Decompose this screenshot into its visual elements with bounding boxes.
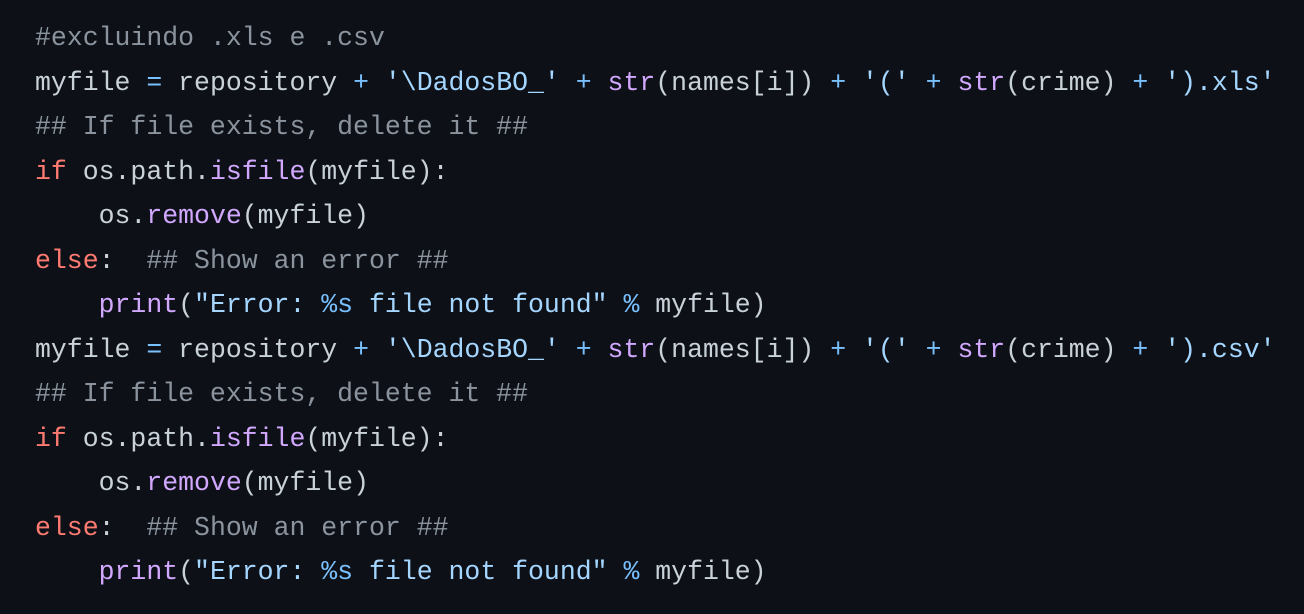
code-token-operator: +	[575, 67, 592, 98]
code-token-plain: (myfile):	[305, 423, 449, 454]
code-token-operator: +	[830, 334, 847, 365]
code-token-string: file not found"	[353, 557, 608, 587]
code-block: #excluindo .xls e .csv myfile = repositor…	[0, 0, 1304, 614]
code-token-string: file not found"	[353, 290, 608, 320]
code-token-plain: (crime)	[1005, 334, 1133, 365]
code-token-plain: myfile)	[639, 290, 767, 320]
code-token-plain: myfile)	[639, 557, 767, 587]
code-token-plain: (crime)	[1005, 67, 1133, 98]
code-token-builtin: print	[98, 557, 179, 587]
code-token-builtin: str	[957, 67, 1006, 98]
code-token-function: isfile	[209, 156, 306, 187]
code-token-comment: #excluindo .xls e .csv	[35, 23, 385, 53]
code-token-builtin: print	[98, 290, 179, 320]
code-token-string: '\DadosBO_'	[384, 334, 560, 365]
code-token-operator: +	[353, 334, 369, 365]
code-token-format: %s	[321, 290, 354, 320]
code-line: print("Error: %s file not found" % myfil…	[35, 283, 1304, 328]
code-token-string: '('	[862, 334, 910, 365]
code-token-plain: :	[98, 245, 147, 276]
code-token-function: remove	[146, 468, 242, 498]
code-line: if os.path.isfile(myfile):	[35, 417, 1304, 462]
code-token-plain: myfile	[35, 334, 147, 365]
code-token-keyword: if	[35, 156, 67, 187]
code-token-string: "Error:	[194, 290, 322, 320]
code-token-plain: (names[i])	[655, 334, 831, 365]
code-token-operator: =	[146, 334, 163, 365]
code-token-string: ').xls'	[1164, 67, 1276, 98]
code-token-operator: %	[623, 290, 640, 320]
code-token-string: '('	[862, 67, 910, 98]
code-token-operator: +	[575, 334, 592, 365]
code-token-operator: =	[146, 67, 163, 98]
code-token-plain: repository	[162, 67, 354, 98]
code-line: #excluindo .xls e .csv	[35, 16, 1304, 61]
code-token-plain: (	[178, 290, 195, 320]
code-token-comment: ## If file exists, delete it ##	[35, 379, 528, 409]
code-token-keyword: if	[35, 423, 67, 454]
code-line: os.remove(myfile)	[35, 461, 1304, 506]
code-line: ## If file exists, delete it ##	[35, 372, 1304, 417]
code-token-plain: myfile	[35, 67, 147, 98]
code-token-keyword: else	[35, 512, 99, 543]
code-line: else: ## Show an error ##	[35, 506, 1304, 551]
code-line: os.remove(myfile)	[35, 194, 1304, 239]
code-token-operator: +	[925, 67, 942, 98]
code-line: myfile = repository + '\DadosBO_' + str(…	[35, 328, 1304, 373]
code-token-plain: os.path.	[66, 423, 210, 454]
code-token-builtin: str	[607, 67, 656, 98]
code-line: ## If file exists, delete it ##	[35, 105, 1304, 150]
code-token-operator: +	[1132, 334, 1149, 365]
code-token-operator: +	[353, 67, 369, 98]
code-token-operator: +	[830, 67, 847, 98]
code-line: print("Error: %s file not found" % myfil…	[35, 550, 1304, 595]
code-token-format: %s	[321, 557, 354, 587]
code-token-function: isfile	[209, 423, 306, 454]
code-token-operator: %	[623, 557, 640, 587]
code-token-plain: (names[i])	[655, 67, 831, 98]
code-token-string: '\DadosBO_'	[384, 67, 560, 98]
code-token-comment: ## If file exists, delete it ##	[35, 112, 528, 142]
code-token-plain: (	[178, 557, 195, 587]
code-line: if os.path.isfile(myfile):	[35, 150, 1304, 195]
code-token-keyword: else	[35, 245, 99, 276]
code-line: myfile = repository + '\DadosBO_' + str(…	[35, 61, 1304, 106]
code-token-plain: os.path.	[66, 156, 210, 187]
code-token-builtin: str	[607, 334, 656, 365]
code-token-plain: (myfile):	[305, 156, 449, 187]
code-token-plain: :	[98, 512, 147, 543]
code-token-plain: repository	[162, 334, 354, 365]
code-line: else: ## Show an error ##	[35, 239, 1304, 284]
code-token-plain: (myfile)	[241, 201, 369, 231]
code-token-plain: os.	[35, 468, 147, 498]
code-token-comment: ## Show an error ##	[146, 512, 449, 543]
code-token-operator: +	[1132, 67, 1149, 98]
code-token-function: remove	[146, 201, 242, 231]
code-token-string: "Error:	[194, 557, 322, 587]
code-token-comment: ## Show an error ##	[146, 245, 449, 276]
code-token-plain: (myfile)	[241, 468, 369, 498]
code-token-plain: os.	[35, 201, 147, 231]
code-token-string: ').csv'	[1164, 334, 1276, 365]
code-token-operator: +	[925, 334, 942, 365]
code-token-builtin: str	[957, 334, 1006, 365]
